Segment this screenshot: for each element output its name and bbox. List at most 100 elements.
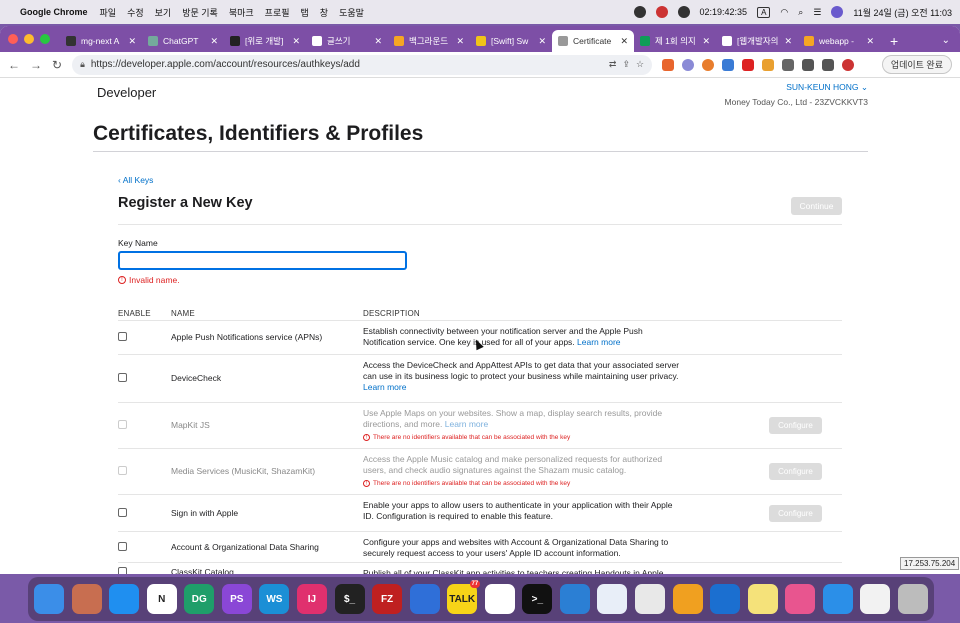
side-panel-icon[interactable]: [822, 58, 835, 71]
webstorm-icon[interactable]: WS: [259, 584, 290, 614]
launchpad-icon[interactable]: [71, 584, 102, 614]
translate-icon[interactable]: ⇄: [609, 59, 617, 70]
profile-avatar[interactable]: [842, 58, 855, 71]
close-tab-icon[interactable]: ✕: [702, 36, 710, 47]
all-keys-link[interactable]: ‹ All Keys: [118, 175, 153, 185]
tab-item[interactable]: ChatGPT ✕: [142, 30, 224, 52]
extension-icon[interactable]: [702, 58, 715, 71]
developer-logo[interactable]: Developer: [94, 84, 156, 100]
download-icon[interactable]: [802, 58, 815, 71]
menu-item[interactable]: 탭: [301, 6, 309, 19]
tab-search-icon[interactable]: ⌄: [942, 30, 950, 52]
chrome-icon[interactable]: [635, 584, 665, 614]
forward-button[interactable]: →: [30, 58, 42, 72]
extension-icon[interactable]: [762, 58, 775, 71]
finder-icon[interactable]: [34, 584, 64, 614]
site-info-icon[interactable]: 🔒︎: [80, 59, 85, 70]
intellij-icon[interactable]: IJ: [296, 584, 327, 614]
close-tab-icon[interactable]: ✕: [620, 36, 628, 47]
back-button[interactable]: ←: [8, 58, 20, 72]
close-tab-icon[interactable]: ✕: [784, 36, 792, 47]
tab-item[interactable]: [웹개발자의 ✕: [716, 30, 798, 52]
close-tab-icon[interactable]: ✕: [866, 36, 874, 47]
close-tab-icon[interactable]: ✕: [456, 36, 464, 47]
notion-icon[interactable]: N: [146, 584, 177, 614]
notes-icon[interactable]: [747, 584, 778, 614]
menu-item[interactable]: 보기: [155, 6, 172, 19]
filezilla-icon[interactable]: FZ: [372, 584, 403, 614]
timer-readout[interactable]: 02:19:42:35: [700, 7, 748, 17]
reload-button[interactable]: ↻: [52, 58, 62, 72]
input-source-indicator[interactable]: A: [757, 6, 771, 18]
tab-item[interactable]: 제 1회 의지 ✕: [634, 30, 716, 52]
extension-icon[interactable]: [722, 58, 735, 71]
menu-app-name[interactable]: Google Chrome: [20, 7, 88, 17]
tab-item[interactable]: [위로 개발] ✕: [224, 30, 306, 52]
new-tab-button[interactable]: +: [890, 30, 898, 52]
tab-item[interactable]: mg-next A ✕: [60, 30, 142, 52]
tab-item[interactable]: 글쓰기 ✕: [306, 30, 388, 52]
close-window-icon[interactable]: [8, 34, 18, 44]
enable-checkbox[interactable]: [118, 373, 127, 382]
document-icon[interactable]: [860, 584, 891, 614]
clock-datetime[interactable]: 11월 24일 (금) 오전 11:03: [853, 6, 952, 19]
key-name-input[interactable]: [118, 251, 407, 270]
wifi-icon[interactable]: ◠: [780, 7, 788, 18]
configure-button[interactable]: Configure: [769, 463, 822, 480]
terminal-icon[interactable]: $_: [334, 584, 365, 614]
control-center-icon[interactable]: ☰: [813, 7, 821, 18]
close-tab-icon[interactable]: ✕: [538, 36, 546, 47]
menu-item[interactable]: 파일: [100, 6, 117, 19]
tab-item[interactable]: 백그라운드 .. ✕: [388, 30, 470, 52]
address-bar[interactable]: 🔒︎ https://developer.apple.com/account/r…: [72, 54, 653, 75]
learn-more-link[interactable]: Learn more: [445, 419, 488, 429]
grammarly-icon[interactable]: [677, 6, 690, 18]
tab-item[interactable]: webapp - ✕: [798, 30, 880, 52]
menu-item[interactable]: 도움말: [339, 6, 364, 19]
menu-item[interactable]: 창: [320, 6, 328, 19]
vscode-icon[interactable]: [559, 584, 590, 614]
zoom-window-icon[interactable]: [40, 34, 50, 44]
extension-status-icon[interactable]: [655, 6, 668, 18]
menu-item[interactable]: 프로필: [265, 6, 290, 19]
datagrip-icon[interactable]: DG: [184, 584, 215, 614]
trash-icon[interactable]: [897, 584, 928, 614]
record-icon[interactable]: [633, 6, 646, 18]
extension-icon[interactable]: [742, 58, 755, 71]
tab-item[interactable]: Certificate ✕: [552, 30, 634, 52]
overflow-icon[interactable]: [672, 584, 703, 614]
search-icon[interactable]: ⌕: [798, 7, 803, 18]
arc-icon[interactable]: [785, 584, 816, 614]
siri-icon[interactable]: [831, 6, 844, 18]
extension-icon[interactable]: [682, 58, 695, 71]
phpstorm-icon[interactable]: PS: [221, 584, 252, 614]
enable-checkbox[interactable]: [118, 508, 127, 517]
enable-checkbox[interactable]: [118, 567, 127, 574]
fork-icon[interactable]: [409, 584, 440, 614]
app-icon[interactable]: [597, 584, 628, 614]
enable-checkbox[interactable]: [118, 542, 127, 551]
minimize-window-icon[interactable]: [24, 34, 34, 44]
extension-icon[interactable]: [662, 58, 675, 71]
menu-item[interactable]: 방문 기록: [182, 6, 218, 19]
configure-button[interactable]: Configure: [769, 505, 822, 522]
learn-more-link[interactable]: Learn more: [577, 337, 620, 347]
bookmark-star-icon[interactable]: ☆: [636, 59, 644, 70]
outlook-icon[interactable]: [710, 584, 741, 614]
iterm-icon[interactable]: >_: [522, 584, 553, 614]
puzzle-icon[interactable]: [782, 58, 795, 71]
account-name-link[interactable]: SUN-KEUN HONG ⌄: [725, 82, 868, 93]
safari-icon[interactable]: [109, 584, 140, 614]
close-tab-icon[interactable]: ✕: [374, 36, 382, 47]
tab-item[interactable]: [Swift] Sw ✕: [470, 30, 552, 52]
menu-item[interactable]: 북마크: [229, 6, 254, 19]
learn-more-link[interactable]: Learn more: [363, 382, 406, 392]
configure-button[interactable]: Configure: [769, 417, 822, 434]
update-button[interactable]: 업데이트 완료: [881, 55, 952, 74]
menu-item[interactable]: 수정: [127, 6, 144, 19]
xcode-icon[interactable]: [822, 584, 853, 614]
continue-button[interactable]: Continue: [791, 197, 842, 215]
close-tab-icon[interactable]: ✕: [292, 36, 300, 47]
enable-checkbox[interactable]: [118, 332, 127, 341]
close-tab-icon[interactable]: ✕: [210, 36, 218, 47]
